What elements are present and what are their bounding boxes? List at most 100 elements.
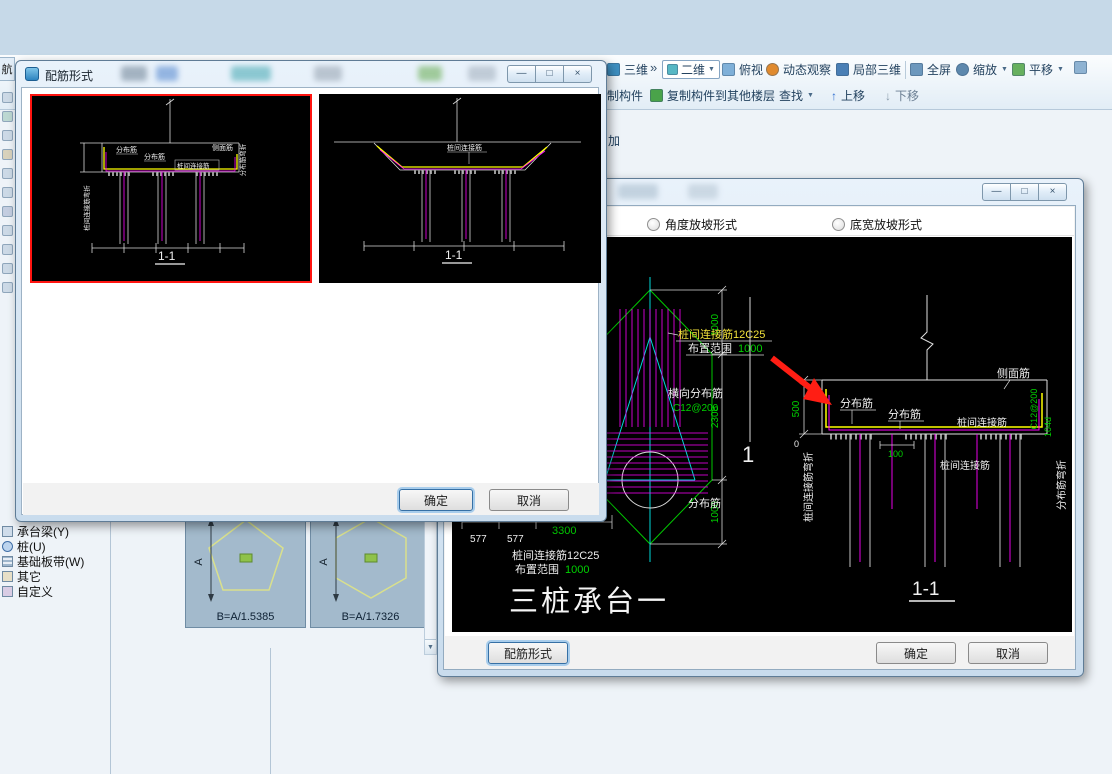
ok-button[interactable]: 确定 bbox=[399, 489, 473, 511]
toolbar-pan-button[interactable]: 平移 ▼ bbox=[1012, 61, 1064, 78]
make-component-label: 制构件 bbox=[607, 89, 644, 103]
other-icon bbox=[2, 571, 13, 582]
glass-blur-blob bbox=[314, 66, 342, 81]
sidebar-mini-icon[interactable] bbox=[2, 130, 13, 141]
sidebar-mini-icon[interactable] bbox=[2, 168, 13, 179]
rebar-option-straight[interactable]: 分布筋 分布筋 桩间连接筋 侧面筋 桩间连接筋弯折 分布筋弯折 1-1 bbox=[30, 94, 312, 283]
sidebar-mini-icon[interactable] bbox=[2, 92, 13, 103]
ok-button[interactable]: 确定 bbox=[876, 642, 956, 664]
sidebar-mini-icon[interactable] bbox=[2, 225, 13, 236]
sidebar-item-pile[interactable]: 桩(U) bbox=[2, 539, 46, 554]
toolbar-move-down-button[interactable]: ↓ 下移 bbox=[885, 87, 919, 104]
nav-tab[interactable]: 航 bbox=[0, 57, 15, 81]
center-mark bbox=[364, 553, 378, 563]
toolbar-orbit-button[interactable]: 动态观察 bbox=[766, 61, 831, 78]
section-cut-number: 1 bbox=[742, 442, 754, 467]
sidebar-mini-icon[interactable] bbox=[2, 111, 13, 122]
pile-tie-label: 桩间连接筋 bbox=[177, 161, 210, 170]
shape-formula: B=A/1.5385 bbox=[216, 611, 275, 623]
sidebar-mini-icon[interactable] bbox=[2, 206, 13, 217]
sidebar-mini-icon[interactable] bbox=[2, 149, 13, 160]
glass-blur-blob bbox=[688, 184, 718, 199]
toolbar-zoom-button[interactable]: 缩放 ▼ bbox=[956, 61, 1008, 78]
radio-icon bbox=[832, 218, 845, 231]
toolbar-topview-button[interactable]: 俯视 bbox=[722, 61, 763, 78]
toolbar-local3d-button[interactable]: 局部三维 bbox=[836, 61, 901, 78]
dim-3300: 3300 bbox=[552, 525, 576, 537]
move-up-label: 上移 bbox=[841, 89, 866, 103]
leader-3 bbox=[1003, 379, 1011, 390]
dialog-title: 配筋形式 bbox=[45, 69, 94, 83]
clipped-add-label[interactable]: 加 bbox=[608, 132, 620, 149]
glass-blur-blob bbox=[468, 66, 496, 81]
chevron-down-icon: ▼ bbox=[1001, 66, 1008, 73]
radio-angle-slope[interactable]: 角度放坡形式 bbox=[647, 216, 737, 233]
glass-blur-blob bbox=[121, 66, 147, 81]
sidebar-item-custom[interactable]: 自定义 bbox=[2, 584, 53, 599]
toolbar-make-component-button[interactable]: 制构件 bbox=[607, 87, 643, 104]
toolbar-find-button[interactable]: 查找 ▼ bbox=[779, 87, 814, 104]
sidebar-item-other[interactable]: 其它 bbox=[2, 569, 41, 584]
toolbar-overflow-chevron[interactable]: » bbox=[650, 60, 657, 75]
sidebar-mini-icon[interactable] bbox=[2, 187, 13, 198]
pile-tie-rebar-bottom-label: 桩间连接筋12C25 bbox=[512, 548, 599, 562]
sidebar-item-slab-band[interactable]: 基础板带(W) bbox=[2, 554, 84, 569]
view-mode-select[interactable]: 二维 ▼ bbox=[662, 60, 720, 79]
minimize-button[interactable]: — bbox=[507, 65, 536, 83]
dialog-app-icon bbox=[25, 67, 39, 81]
dim-577-a: 577 bbox=[470, 534, 487, 545]
shape-preview-hexagon[interactable]: A B=A/1.7326 bbox=[310, 505, 431, 628]
maximize-button[interactable]: □ bbox=[1010, 183, 1039, 201]
toolbar-move-up-button[interactable]: ↑ 上移 bbox=[831, 87, 865, 104]
sidebar-item-pile-cap-beam[interactable]: 承台梁(Y) bbox=[2, 524, 69, 539]
glass-blur-blob bbox=[156, 66, 178, 81]
drawing-title: 三桩承台一 bbox=[509, 585, 669, 618]
window-controls: — □ × bbox=[507, 65, 592, 83]
minimize-button[interactable]: — bbox=[982, 183, 1011, 201]
toolbar-3d-label: 三维 bbox=[624, 63, 649, 77]
rebar-option-1-drawing: 分布筋 分布筋 桩间连接筋 侧面筋 桩间连接筋弯折 分布筋弯折 1-1 bbox=[80, 98, 247, 265]
dim-letter: A bbox=[193, 558, 205, 566]
arrowhead-down bbox=[208, 594, 214, 602]
chevron-down-icon: ▼ bbox=[1057, 66, 1064, 73]
sidebar-item-label: 自定义 bbox=[17, 585, 54, 599]
orbit-icon bbox=[766, 63, 779, 76]
radio-bottom-width-slope[interactable]: 底宽放坡形式 bbox=[832, 216, 922, 233]
preview-scrollbar[interactable]: ▼ bbox=[424, 505, 437, 655]
dim-100-line bbox=[879, 441, 915, 449]
pile-tie-rebar-label: 桩间连接筋12C25 bbox=[678, 327, 765, 341]
pan-icon bbox=[1012, 63, 1025, 76]
toolbar-clipped-icon[interactable] bbox=[1074, 61, 1087, 74]
dim-0: 0 bbox=[794, 439, 799, 449]
toolbar-pan-label: 平移 bbox=[1029, 63, 1054, 77]
cancel-button[interactable]: 取消 bbox=[968, 642, 1048, 664]
range-label: 布置范围 bbox=[688, 341, 732, 355]
sidebar-mini-icon[interactable] bbox=[2, 282, 13, 293]
close-button[interactable]: × bbox=[1038, 183, 1067, 201]
vertical-rebar-hatch bbox=[619, 309, 681, 427]
toolbar-zoom-label: 缩放 bbox=[973, 63, 998, 77]
close-button[interactable]: × bbox=[563, 65, 592, 83]
rebar-form-button[interactable]: 配筋形式 bbox=[488, 642, 568, 664]
side-rebar-label: 侧面筋 bbox=[212, 143, 233, 152]
toolbar-copy-to-floors-button[interactable]: 复制构件到其他楼层 bbox=[650, 87, 775, 104]
rebar-option-sloped[interactable]: 桩间连接筋 1-1 bbox=[319, 94, 601, 283]
cancel-button[interactable]: 取消 bbox=[489, 489, 569, 511]
shape-preview-pentagon[interactable]: A B=A/1.5385 bbox=[185, 505, 306, 628]
maximize-button[interactable]: □ bbox=[535, 65, 564, 83]
window-controls: — □ × bbox=[982, 183, 1067, 201]
sidebar-mini-icon[interactable] bbox=[2, 244, 13, 255]
copy-component-icon bbox=[650, 89, 663, 102]
sidebar-mini-icon[interactable] bbox=[2, 263, 13, 274]
center-mark bbox=[239, 553, 253, 563]
chevron-down-icon: ▼ bbox=[807, 92, 814, 99]
radio-angle-label: 角度放坡形式 bbox=[665, 218, 738, 232]
scroll-down-button[interactable]: ▼ bbox=[425, 639, 436, 654]
zoom-icon bbox=[956, 63, 969, 76]
copy-to-floors-label: 复制构件到其他楼层 bbox=[667, 89, 776, 103]
distribution-rebar-label-2: 分布筋 bbox=[888, 407, 921, 421]
toolbar-fullscreen-button[interactable]: 全屏 bbox=[910, 61, 951, 78]
panel-divider bbox=[270, 648, 271, 774]
dim-577-b: 577 bbox=[507, 534, 524, 545]
toolbar-3d-button[interactable]: 三维 bbox=[607, 61, 648, 78]
